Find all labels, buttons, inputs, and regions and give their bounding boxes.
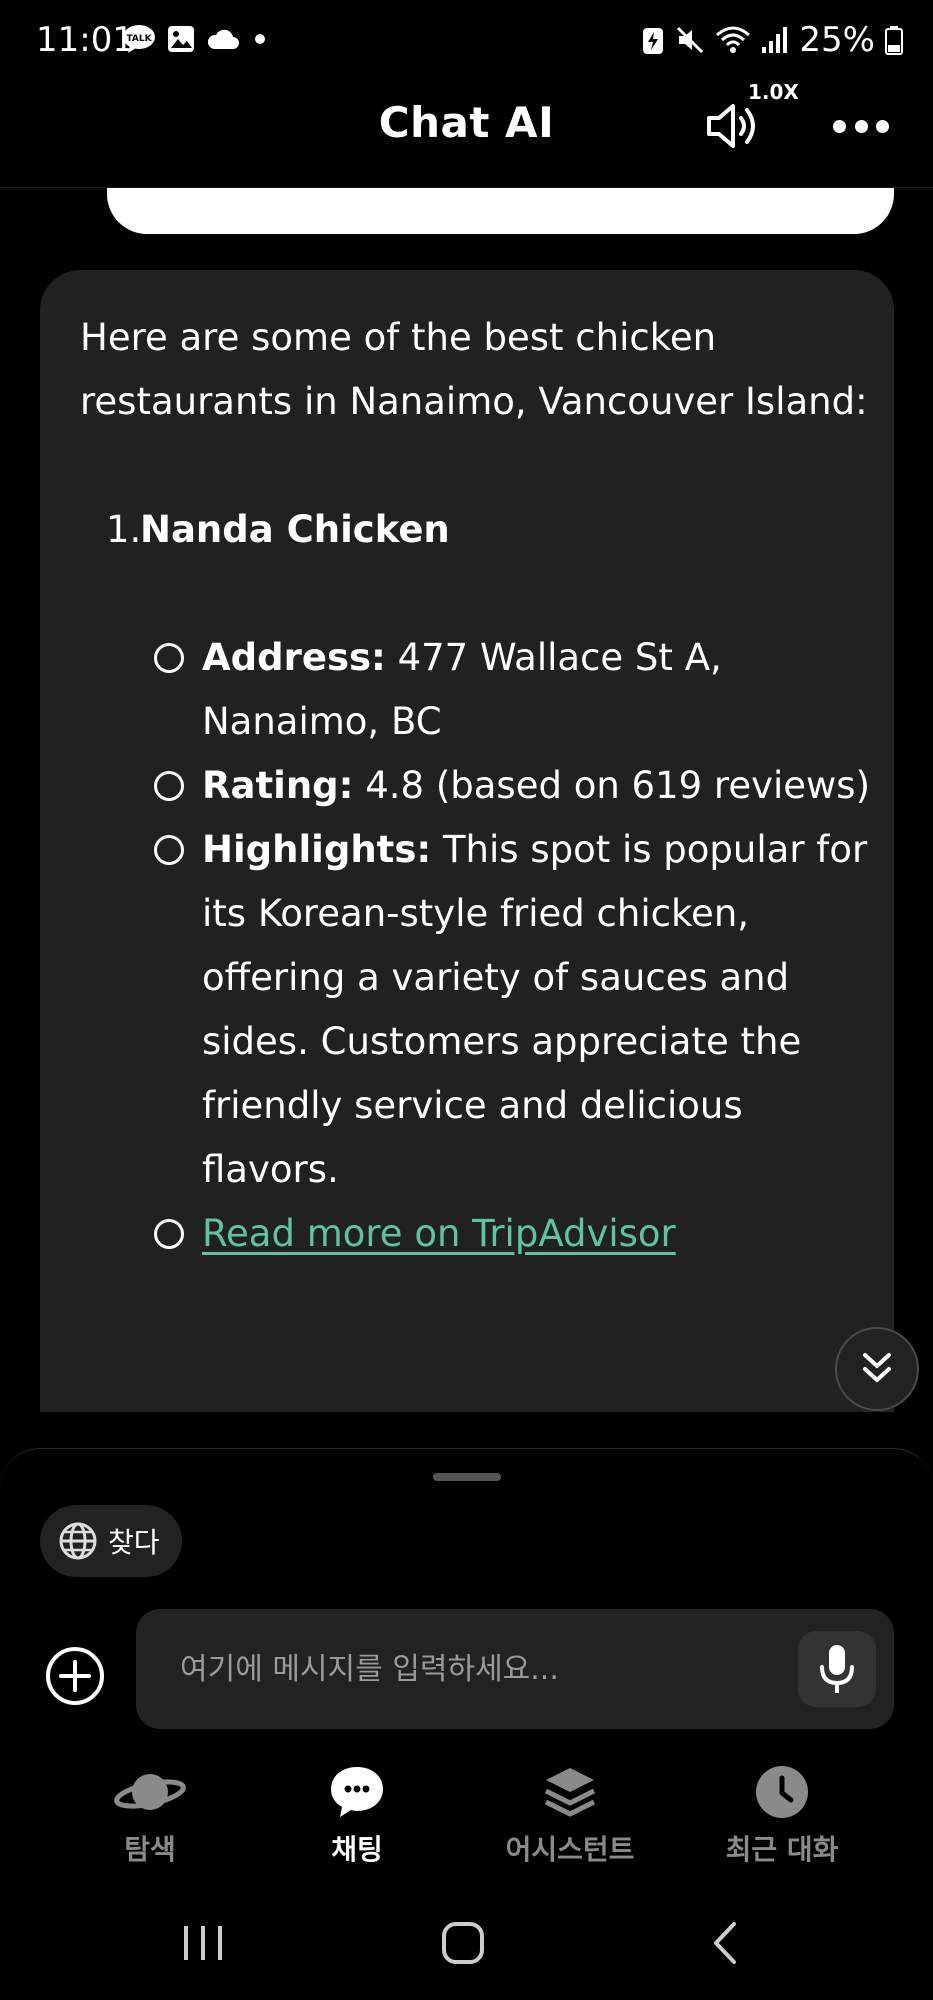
restaurant-details: Address: 477 Wallace St A, Nanaimo, BC R… xyxy=(80,626,870,1266)
page-title: Chat AI xyxy=(378,98,555,147)
bullet-icon xyxy=(154,818,202,882)
tripadvisor-link[interactable]: Read more on TripAdvisor xyxy=(202,1212,676,1255)
clock-icon xyxy=(756,1766,808,1818)
more-icon-dot xyxy=(854,119,868,133)
message-input[interactable] xyxy=(180,1609,770,1729)
battery-saver-icon xyxy=(643,28,664,54)
microphone-icon xyxy=(820,1645,854,1693)
rating-label: Rating: xyxy=(202,764,354,807)
speech-speed-label[interactable]: 1.0X xyxy=(748,80,799,104)
nav-label-assistant: 어시스턴트 xyxy=(505,1833,635,1866)
status-system-icons: 25% xyxy=(641,20,903,60)
talk-icon: TALK xyxy=(123,25,155,53)
ai-message-body: Here are some of the best chicken restau… xyxy=(80,306,870,1266)
dot-icon xyxy=(255,34,265,44)
nav-label-recent: 최근 대화 xyxy=(725,1833,839,1866)
detail-address: Address: 477 Wallace St A, Nanaimo, BC xyxy=(80,626,870,754)
cloud-icon xyxy=(207,29,239,49)
restaurant-list-item: 1. Nanda Chicken xyxy=(80,498,870,562)
bullet-icon xyxy=(154,1202,202,1266)
system-navigation-bar xyxy=(0,1900,933,2000)
bottom-navigation: 탐색 채팅 어시스턴트 최근 대화 xyxy=(0,1760,933,1870)
globe-icon xyxy=(59,1522,97,1560)
rating-value: 4.8 (based on 619 reviews) xyxy=(365,764,871,807)
ai-message-bubble: Here are some of the best chicken restau… xyxy=(40,270,894,1412)
speaker-icon xyxy=(707,104,755,148)
mute-icon xyxy=(677,26,704,54)
detail-link: Read more on TripAdvisor xyxy=(80,1202,870,1266)
attach-button[interactable] xyxy=(44,1645,106,1707)
detail-rating: Rating: 4.8 (based on 619 reviews) xyxy=(80,754,870,818)
battery-percent: 25% xyxy=(799,20,875,60)
search-chip-label: 찾다 xyxy=(108,1526,160,1559)
nav-item-assistant[interactable]: 어시스턴트 xyxy=(460,1760,680,1868)
bullet-icon xyxy=(154,754,202,818)
more-icon-dot xyxy=(876,119,889,133)
ai-intro-text: Here are some of the best chicken restau… xyxy=(80,316,868,423)
app-header: Chat AI 1.0X xyxy=(0,80,933,188)
battery-icon xyxy=(885,26,903,55)
home-icon[interactable] xyxy=(440,1920,486,1966)
address-label: Address: xyxy=(202,636,386,679)
microphone-button[interactable] xyxy=(798,1631,876,1707)
double-chevron-down-icon xyxy=(863,1353,891,1382)
signal-icon xyxy=(762,27,788,53)
list-number: 1. xyxy=(106,508,142,551)
detail-highlights: Highlights: This spot is popular for its… xyxy=(80,818,870,1202)
nav-item-recent[interactable]: 최근 대화 xyxy=(672,1760,892,1868)
back-icon[interactable] xyxy=(706,1920,746,1966)
web-search-chip[interactable]: 찾다 xyxy=(40,1505,182,1577)
planet-icon xyxy=(114,1774,186,1810)
plus-circle-icon xyxy=(46,1647,104,1705)
more-icon-dot xyxy=(833,119,846,133)
more-options-button[interactable] xyxy=(833,116,889,136)
status-time: 11:01 xyxy=(36,20,134,60)
drag-handle[interactable] xyxy=(433,1473,501,1481)
scroll-to-bottom-button[interactable] xyxy=(835,1327,919,1411)
highlights-label: Highlights: xyxy=(202,828,432,871)
gallery-icon xyxy=(168,26,194,52)
message-input-box xyxy=(136,1609,894,1729)
nav-label-chat: 채팅 xyxy=(331,1833,383,1866)
nav-item-explore[interactable]: 탐색 xyxy=(40,1760,260,1868)
status-bar: 11:01 TALK 25% xyxy=(0,0,933,80)
svg-text:TALK: TALK xyxy=(126,34,152,44)
status-notification-icons: TALK xyxy=(122,24,270,54)
nav-label-explore: 탐색 xyxy=(124,1833,176,1866)
restaurant-name: Nanda Chicken xyxy=(140,508,450,551)
highlights-value: This spot is popular for its Korean-styl… xyxy=(202,828,868,1191)
wifi-icon xyxy=(716,26,751,53)
recent-apps-icon[interactable] xyxy=(180,1922,226,1964)
speaker-button[interactable] xyxy=(705,98,765,154)
nav-item-chat[interactable]: 채팅 xyxy=(247,1760,467,1868)
layers-icon xyxy=(544,1768,596,1817)
bullet-icon xyxy=(154,626,202,690)
chat-bubble-icon xyxy=(331,1767,383,1817)
user-message-bubble xyxy=(107,188,894,234)
